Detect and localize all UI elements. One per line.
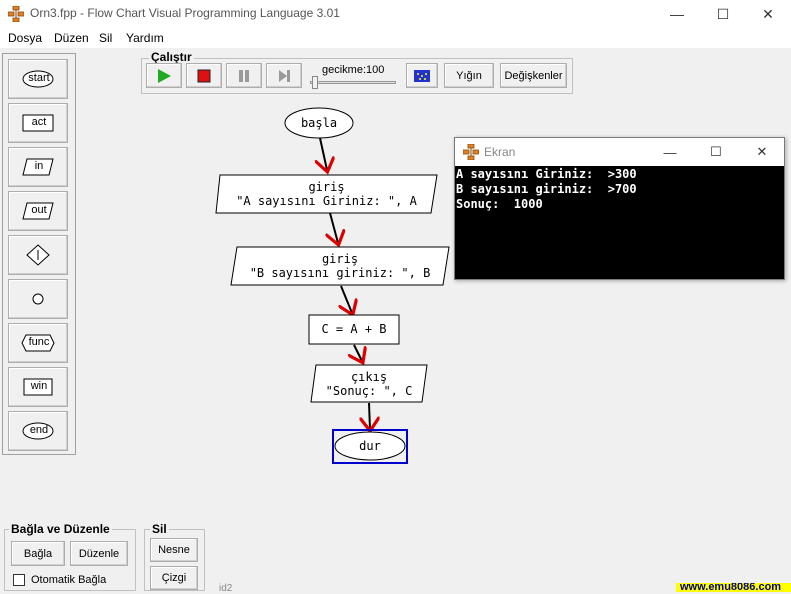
ekran-close-button[interactable]: ✕ bbox=[739, 138, 785, 166]
delete-object-button[interactable]: Nesne bbox=[150, 538, 198, 562]
delete-line-button[interactable]: Çizgi bbox=[150, 566, 198, 590]
ekran-maximize-button[interactable]: ☐ bbox=[693, 138, 739, 166]
console-line: B sayısını giriniz: >700 bbox=[456, 182, 637, 196]
auto-connect-label: Otomatik Bağla bbox=[31, 574, 107, 586]
delete-group-label: Sil bbox=[150, 522, 169, 536]
ekran-minimize-button[interactable]: — bbox=[647, 138, 693, 166]
end-node-label: dur bbox=[359, 439, 381, 453]
ekran-title: Ekran bbox=[484, 145, 516, 159]
console-line: Sonuç: 1000 bbox=[456, 197, 543, 211]
flow-arrow bbox=[354, 344, 362, 361]
maximize-icon: ☐ bbox=[710, 144, 722, 159]
website-link[interactable]: www.emu8086.com bbox=[680, 583, 781, 592]
connect-button[interactable]: Bağla bbox=[11, 541, 65, 566]
website-link-bar[interactable]: www.emu8086.com bbox=[676, 583, 791, 592]
input-node-2-keyword: giriş bbox=[321, 252, 359, 266]
auto-connect-checkbox[interactable] bbox=[13, 574, 25, 586]
flow-arrow bbox=[369, 402, 370, 429]
output-node-keyword: çıkış bbox=[350, 370, 388, 384]
close-icon: ✕ bbox=[756, 144, 768, 159]
output-node-text: "Sonuç: ", C bbox=[325, 384, 413, 398]
connect-group-label: Bağla ve Düzenle bbox=[9, 522, 112, 536]
arrange-button[interactable]: Düzenle bbox=[70, 541, 128, 566]
flowchart-canvas bbox=[215, 107, 450, 464]
minimize-icon: — bbox=[663, 144, 677, 160]
process-node-label: C = A + B bbox=[321, 322, 387, 336]
ekran-console: A sayısını Giriniz: >300 B sayısını girin… bbox=[455, 166, 784, 279]
console-line: A sayısını Giriniz: >300 bbox=[456, 167, 637, 181]
input-node-1-text: "A sayısını Giriniz: ", A bbox=[236, 194, 417, 208]
input-node-2-text: "B sayısını giriniz: ", B bbox=[249, 266, 431, 280]
status-id: id2 bbox=[219, 583, 233, 594]
flow-arrow bbox=[330, 212, 338, 243]
flow-arrow bbox=[320, 137, 327, 170]
flow-arrow bbox=[341, 285, 352, 313]
start-node-label: başla bbox=[300, 116, 338, 130]
input-node-1-keyword: giriş bbox=[308, 180, 345, 194]
ekran-app-icon bbox=[462, 143, 480, 161]
